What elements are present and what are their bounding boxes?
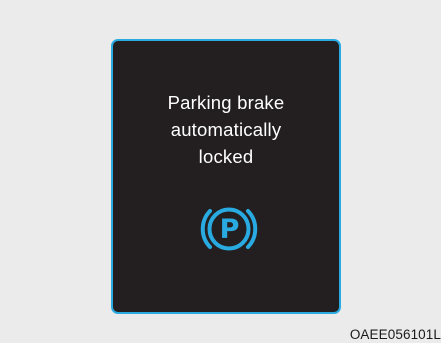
image-code-label: OAEE056101L bbox=[349, 327, 441, 342]
parking-brake-icon: P bbox=[200, 207, 258, 251]
parking-brake-message: Parking brake automatically locked bbox=[113, 89, 339, 170]
cluster-display-panel: Parking brake automatically locked P bbox=[111, 39, 341, 314]
message-line-2: automatically bbox=[170, 119, 282, 140]
parking-brake-letter: P bbox=[220, 214, 240, 245]
message-line-3: locked bbox=[198, 146, 254, 167]
message-line-1: Parking brake bbox=[167, 92, 285, 113]
